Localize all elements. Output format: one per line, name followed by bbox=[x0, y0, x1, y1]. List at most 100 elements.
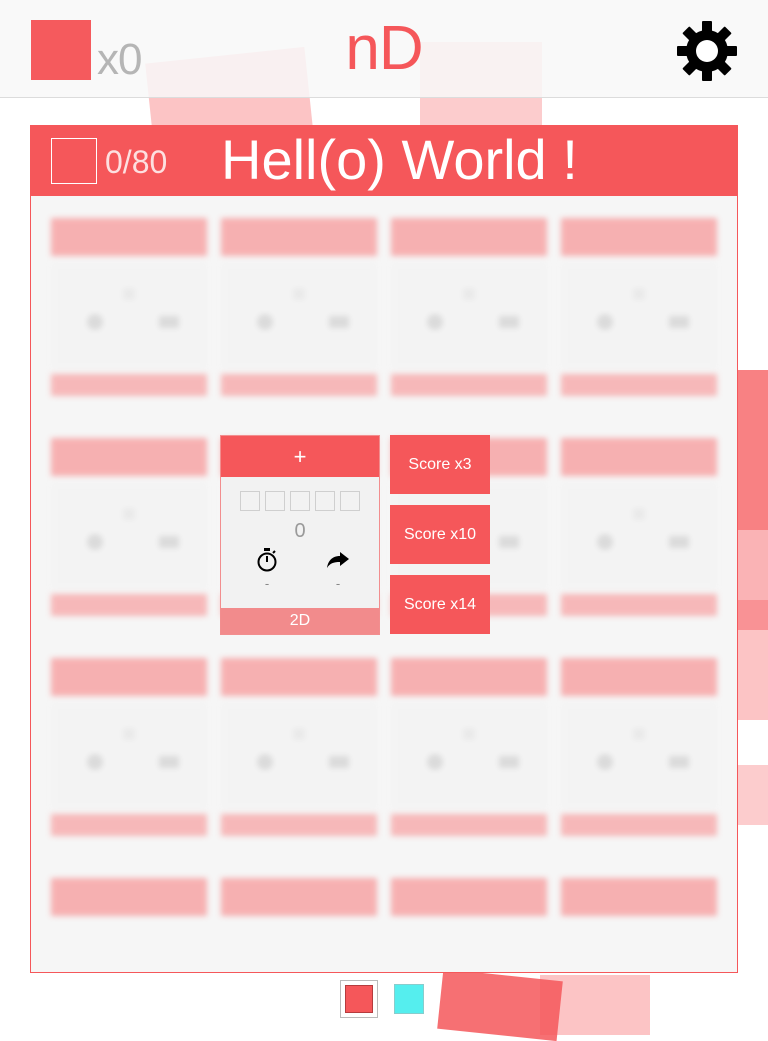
level-tile-part bbox=[221, 878, 377, 916]
star-slot bbox=[315, 491, 335, 511]
level-grid bbox=[31, 196, 737, 972]
level-tile-part bbox=[159, 316, 179, 328]
level-tile-part bbox=[51, 482, 207, 590]
level-tile-part bbox=[561, 878, 717, 916]
level-tile-part bbox=[257, 314, 273, 330]
level-tile-part bbox=[427, 754, 443, 770]
level-tile-part bbox=[561, 702, 717, 810]
level-tile[interactable] bbox=[561, 878, 717, 938]
world-progress: 0/80 bbox=[105, 144, 168, 180]
level-tile[interactable] bbox=[51, 658, 207, 838]
level-tile-part bbox=[51, 814, 207, 836]
background-shape bbox=[738, 370, 768, 530]
level-tile-part bbox=[597, 314, 613, 330]
level-tile-part bbox=[391, 702, 547, 810]
world-header: 0/80 Hell(o) World ! bbox=[31, 126, 737, 196]
arrow-forward-icon bbox=[327, 552, 349, 568]
level-tile-part bbox=[221, 702, 377, 810]
level-tile[interactable] bbox=[391, 658, 547, 838]
level-tile-part bbox=[293, 728, 305, 740]
level-tile[interactable] bbox=[51, 218, 207, 398]
app-title: nD bbox=[345, 14, 423, 83]
stopwatch-icon bbox=[257, 548, 277, 572]
level-tile-part bbox=[391, 262, 547, 370]
star-slot bbox=[290, 491, 310, 511]
level-tile[interactable] bbox=[391, 878, 547, 938]
level-tile-part bbox=[561, 438, 717, 476]
level-tile-part bbox=[499, 536, 519, 548]
dimension-label: 2D bbox=[221, 608, 379, 634]
background-shape bbox=[540, 975, 650, 1035]
level-tile-part bbox=[391, 658, 547, 696]
level-tile-part bbox=[561, 594, 717, 616]
level-tile-part bbox=[159, 756, 179, 768]
moves-value: - bbox=[335, 576, 341, 591]
level-tile-part bbox=[561, 814, 717, 836]
score-x3-button[interactable]: Score x3 bbox=[390, 435, 490, 494]
level-tile-part bbox=[329, 756, 349, 768]
level-tile-part bbox=[391, 878, 547, 916]
level-tile-part bbox=[561, 658, 717, 696]
level-tile-part bbox=[633, 508, 645, 520]
star-slot bbox=[240, 491, 260, 511]
level-tile-part bbox=[499, 756, 519, 768]
star-slot bbox=[265, 491, 285, 511]
score-x14-button[interactable]: Score x14 bbox=[390, 575, 490, 634]
level-tile-part bbox=[391, 374, 547, 396]
level-tile-part bbox=[51, 262, 207, 370]
level-tile-part bbox=[561, 262, 717, 370]
level-tile-part bbox=[51, 438, 207, 476]
cyan-theme-swatch[interactable] bbox=[394, 984, 424, 1014]
level-tile[interactable] bbox=[221, 218, 377, 398]
level-tile-part bbox=[427, 314, 443, 330]
level-tile-part bbox=[51, 878, 207, 916]
score-x10-button[interactable]: Score x10 bbox=[390, 505, 490, 564]
level-tile[interactable] bbox=[221, 878, 377, 938]
level-tile[interactable] bbox=[561, 658, 717, 838]
level-card[interactable]: + 0 - - 2D bbox=[220, 435, 380, 635]
plus-icon[interactable]: + bbox=[221, 436, 379, 477]
red-swatch-fill bbox=[345, 985, 373, 1013]
level-tile-part bbox=[87, 534, 103, 550]
level-tile-part bbox=[221, 374, 377, 396]
level-tile-part bbox=[561, 482, 717, 590]
progress-square-icon bbox=[51, 138, 97, 184]
level-tile[interactable] bbox=[51, 878, 207, 938]
level-tile-part bbox=[293, 288, 305, 300]
level-tile-part bbox=[633, 728, 645, 740]
red-theme-swatch[interactable] bbox=[340, 980, 378, 1018]
level-tile[interactable] bbox=[391, 218, 547, 398]
level-tile-part bbox=[561, 374, 717, 396]
level-tile-part bbox=[123, 508, 135, 520]
level-tile-part bbox=[329, 316, 349, 328]
level-tile[interactable] bbox=[221, 658, 377, 838]
level-tile-part bbox=[391, 218, 547, 256]
background-shape bbox=[738, 600, 768, 720]
gear-icon[interactable] bbox=[675, 19, 739, 83]
level-tile-part bbox=[561, 218, 717, 256]
top-bar: x0 nD bbox=[0, 0, 768, 98]
level-tile-part bbox=[87, 754, 103, 770]
level-tile-part bbox=[87, 314, 103, 330]
level-tile-part bbox=[221, 262, 377, 370]
level-tile-part bbox=[597, 754, 613, 770]
level-tile-part bbox=[221, 218, 377, 256]
level-tile-part bbox=[391, 814, 547, 836]
level-tile-part bbox=[463, 288, 475, 300]
level-tile-part bbox=[257, 754, 273, 770]
level-tile-part bbox=[221, 814, 377, 836]
level-tile-part bbox=[669, 536, 689, 548]
level-tile-part bbox=[669, 316, 689, 328]
world-panel: 0/80 Hell(o) World ! bbox=[30, 125, 738, 973]
level-tile[interactable] bbox=[561, 218, 717, 398]
level-tile-part bbox=[597, 534, 613, 550]
time-value: - bbox=[264, 576, 270, 591]
level-tile-part bbox=[51, 594, 207, 616]
level-tile[interactable] bbox=[51, 438, 207, 618]
level-tile-part bbox=[499, 316, 519, 328]
level-tile-part bbox=[51, 374, 207, 396]
level-tile-part bbox=[51, 702, 207, 810]
level-tile[interactable] bbox=[561, 438, 717, 618]
star-slots bbox=[240, 491, 365, 511]
level-score: 0 bbox=[294, 520, 306, 542]
